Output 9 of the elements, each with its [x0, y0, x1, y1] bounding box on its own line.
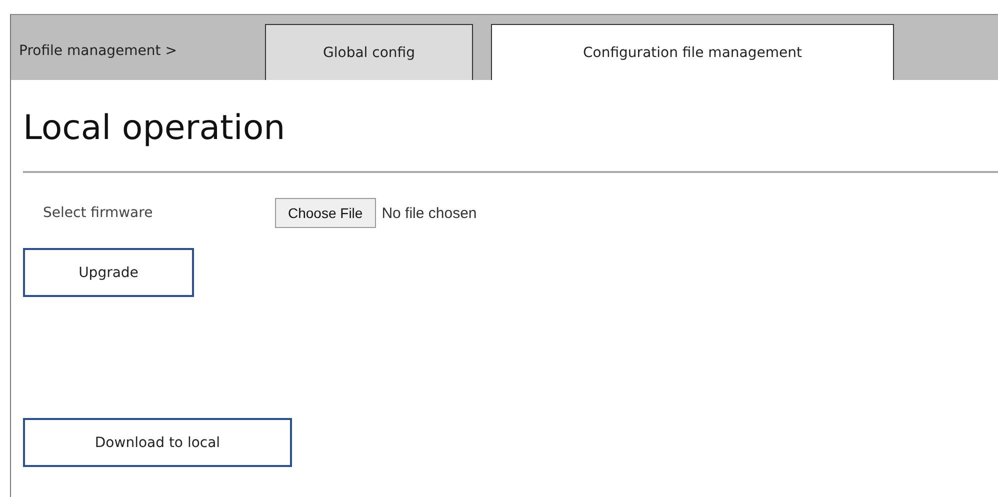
choose-file-button[interactable]: Choose File: [275, 198, 376, 228]
tab[interactable]: Global config: [265, 24, 473, 80]
upgrade-button[interactable]: Upgrade: [23, 248, 194, 297]
tab[interactable]: Configuration file management: [491, 24, 894, 80]
breadcrumb[interactable]: Profile management >: [19, 42, 265, 58]
field-label: Select firmware: [42, 205, 154, 221]
file-status: No file chosen: [382, 204, 477, 222]
download-button[interactable]: Download to local: [23, 418, 292, 467]
section-heading: Local operation: [23, 108, 286, 148]
